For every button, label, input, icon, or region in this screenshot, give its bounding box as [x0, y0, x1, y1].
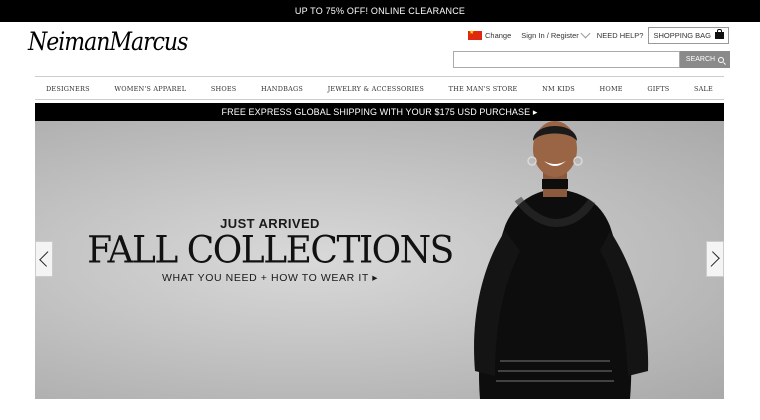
change-country-link[interactable]: Change	[485, 31, 511, 40]
chevron-right-icon	[704, 251, 720, 267]
shopping-bag-button[interactable]: SHOPPING BAG	[648, 27, 729, 44]
nav-item-womens-apparel[interactable]: WOMEN'S APPAREL	[114, 85, 186, 93]
search-button[interactable]: SEARCH	[680, 51, 730, 68]
magnifier-icon	[718, 56, 725, 63]
nav-item-nm-kids[interactable]: NM KIDS	[542, 85, 575, 93]
hero-carousel[interactable]: JUST ARRIVED FALL COLLECTIONS WHAT YOU N…	[35, 121, 724, 399]
utility-bar: Change Sign In / Register NEED HELP? SHO…	[467, 27, 729, 44]
nav-item-mans-store[interactable]: THE MAN'S STORE	[449, 85, 518, 93]
site-logo[interactable]: NeimanMarcus	[28, 28, 188, 57]
hero-text-block: JUST ARRIVED FALL COLLECTIONS WHAT YOU N…	[35, 216, 505, 284]
nav-top-divider	[35, 76, 724, 77]
carousel-prev-button[interactable]	[35, 241, 55, 277]
shipping-text[interactable]: FREE EXPRESS GLOBAL SHIPPING WITH YOUR $…	[222, 107, 538, 118]
need-help-link[interactable]: NEED HELP?	[597, 31, 644, 40]
carousel-next-button[interactable]	[704, 241, 724, 277]
nav-item-shoes[interactable]: SHOES	[211, 85, 237, 93]
main-nav: DESIGNERS WOMEN'S APPAREL SHOES HANDBAGS…	[35, 79, 724, 99]
hero-model-image	[474, 121, 649, 399]
search-bar: SEARCH	[453, 51, 730, 68]
nav-item-handbags[interactable]: HANDBAGS	[261, 85, 303, 93]
search-button-label: SEARCH	[685, 56, 716, 63]
nav-item-home[interactable]: HOME	[600, 85, 623, 93]
promo-bar[interactable]: UP TO 75% OFF! ONLINE CLEARANCE	[0, 0, 760, 22]
nav-item-gifts[interactable]: GIFTS	[647, 85, 669, 93]
search-input[interactable]	[453, 51, 680, 68]
promo-text[interactable]: UP TO 75% OFF! ONLINE CLEARANCE	[295, 6, 465, 16]
nav-bottom-divider	[35, 99, 724, 100]
shopping-bag-icon	[715, 29, 724, 39]
nav-item-jewelry[interactable]: JEWELRY & ACCESSORIES	[328, 85, 424, 93]
chevron-down-icon[interactable]	[580, 28, 591, 39]
nav-item-designers[interactable]: DESIGNERS	[46, 85, 90, 93]
hero-headline: FALL COLLECTIONS	[87, 228, 454, 272]
shipping-banner[interactable]: FREE EXPRESS GLOBAL SHIPPING WITH YOUR $…	[35, 103, 724, 121]
signin-register-link[interactable]: Sign In / Register	[521, 31, 579, 40]
nav-item-sale[interactable]: SALE	[694, 85, 713, 93]
shopping-bag-label: SHOPPING BAG	[653, 31, 711, 40]
chevron-left-icon	[39, 251, 55, 267]
china-flag-icon[interactable]	[467, 29, 482, 40]
hero-cta-link[interactable]: WHAT YOU NEED + HOW TO WEAR IT ▸	[35, 272, 505, 284]
